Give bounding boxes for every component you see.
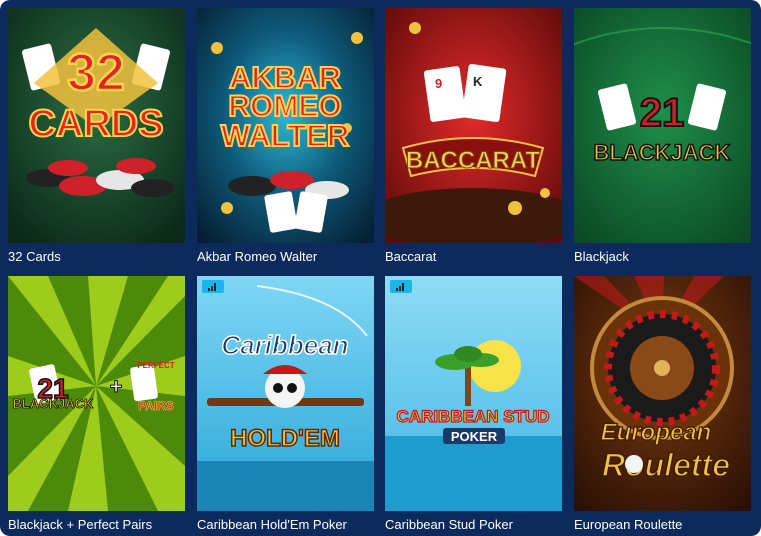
art-plus: + [110,374,123,399]
art-pp-1: PERFECT [137,361,174,370]
art-title: 21 [640,91,685,135]
game-title[interactable]: Caribbean Stud Poker [385,517,562,532]
game-title[interactable]: Blackjack + Perfect Pairs [8,517,185,532]
art-subtitle: BLACKJACK [13,396,95,411]
art-title: 32 [67,44,125,102]
art-subtitle: Roulette [602,447,730,483]
art-title: BACCARAT [406,147,541,174]
art-subtitle-2: WALTER [221,118,350,153]
signal-bars-icon [202,280,224,293]
signal-bars-icon [390,280,412,293]
game-title[interactable]: European Roulette [574,517,751,532]
game-thumbnail[interactable]: 21 BLACKJACK + PERFECT PAIRS [8,276,185,511]
art-title: European [601,419,712,446]
game-thumbnail[interactable]: Caribbean HOLD'EM [197,276,374,511]
game-title[interactable]: 32 Cards [8,249,185,264]
game-thumbnail[interactable]: 32 CARDS [8,8,185,243]
art-subtitle: BLACKJACK [594,140,731,165]
game-thumbnail[interactable]: CARIBBEAN STUD POKER [385,276,562,511]
game-title[interactable]: Blackjack [574,249,751,264]
svg-text:K: K [473,74,483,89]
game-thumbnail[interactable]: European Roulette [574,276,751,511]
art-pp-2: PAIRS [138,399,174,413]
game-thumbnail[interactable]: AKBAR ROMEO WALTER [197,8,374,243]
game-grid: 32 CARDS 32 Cards AKBAR ROMEO WALTER Akb… [0,0,761,536]
art-title: Caribbean [221,330,348,360]
game-title[interactable]: Baccarat [385,249,562,264]
game-title[interactable]: Caribbean Hold'Em Poker [197,517,374,532]
game-thumbnail[interactable]: 9 K BACCARAT [385,8,562,243]
game-title[interactable]: Akbar Romeo Walter [197,249,374,264]
art-subtitle: CARDS [28,103,163,145]
art-title: CARIBBEAN STUD [397,407,550,426]
svg-text:9: 9 [435,76,442,91]
art-subtitle: POKER [451,429,498,444]
game-thumbnail[interactable]: 21 BLACKJACK [574,8,751,243]
art-subtitle: HOLD'EM [230,425,340,452]
